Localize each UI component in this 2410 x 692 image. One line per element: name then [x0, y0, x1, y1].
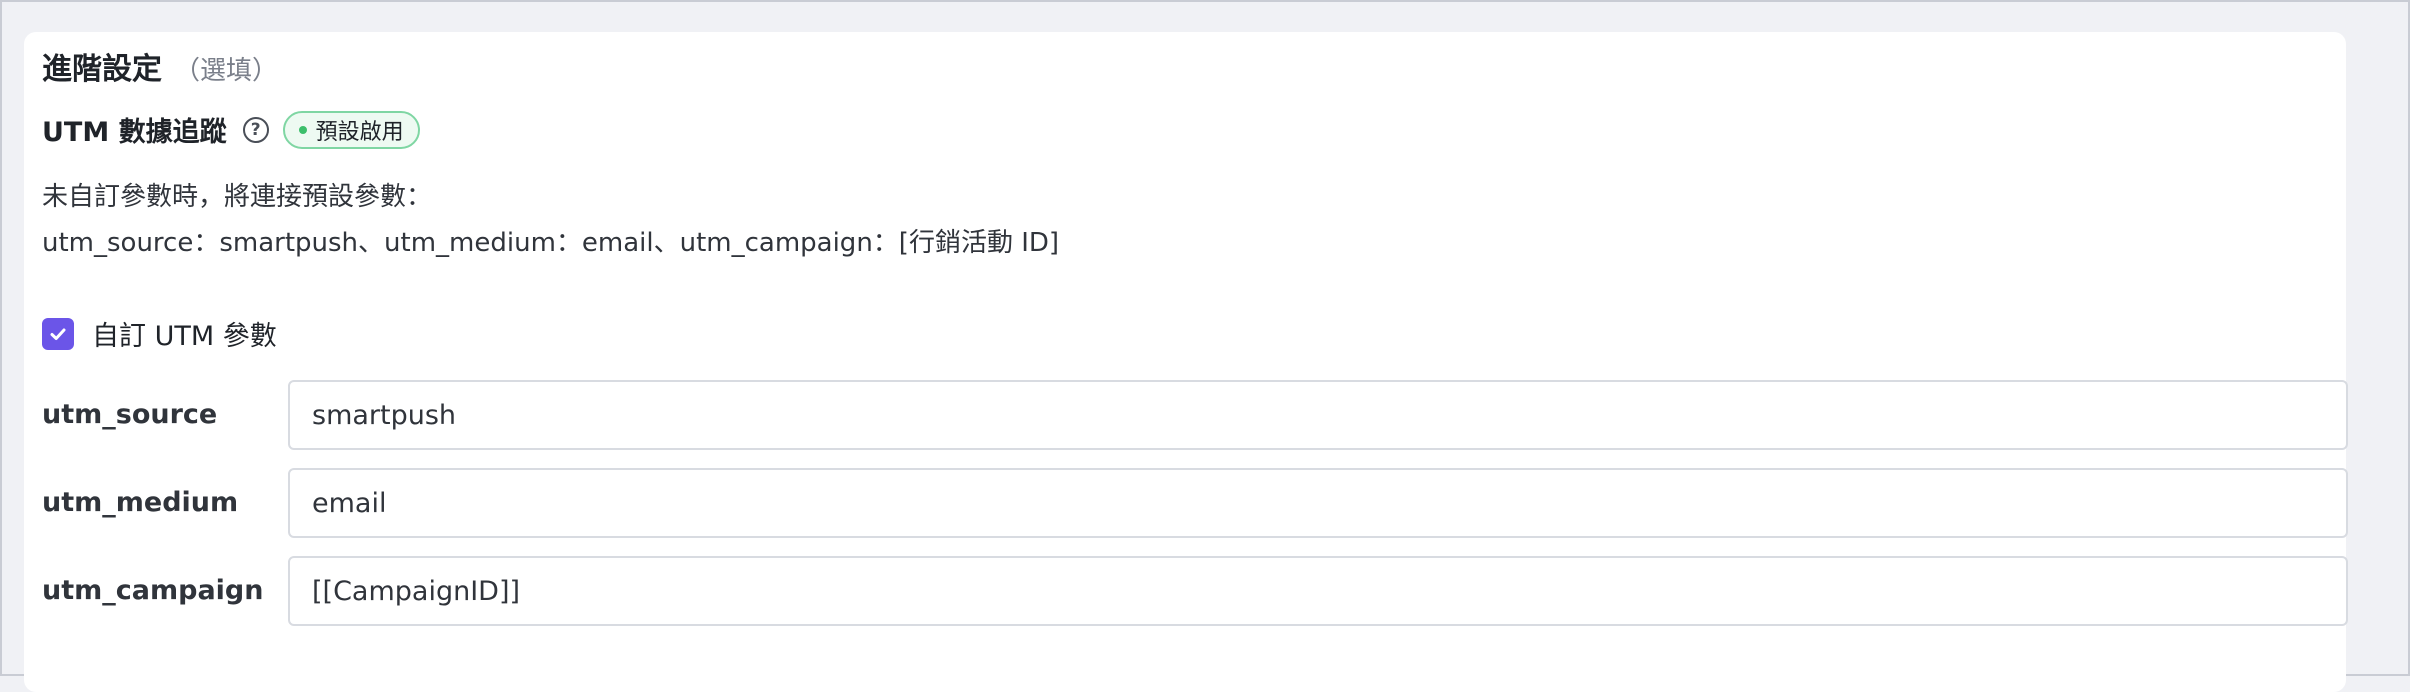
utm-source-input[interactable]: smartpush — [288, 380, 2348, 450]
utm-source-row: utm_source smartpush — [42, 380, 2348, 450]
checkmark-icon — [50, 328, 66, 340]
utm-source-value: smartpush — [312, 399, 457, 431]
utm-campaign-label: utm_campaign — [42, 575, 264, 606]
window-frame: 進階設定 （選填） UTM 數據追蹤 ? 預設啟用 未自訂參數時，將連接預設參數… — [0, 0, 2410, 692]
optional-label: （選填） — [174, 56, 279, 86]
utm-tracking-header: UTM 數據追蹤 ? 預設啟用 — [42, 110, 420, 149]
description-line-2: utm_source：smartpush、utm_medium：email、ut… — [42, 228, 1060, 258]
section-title: 進階設定 — [42, 52, 162, 87]
custom-utm-label: 自訂 UTM 參數 — [92, 321, 277, 352]
badge-label: 預設啟用 — [315, 119, 404, 145]
status-dot — [298, 125, 307, 134]
utm-campaign-value: [[CampaignID]] — [312, 575, 521, 607]
utm-medium-value: email — [312, 487, 387, 519]
utm-medium-row: utm_medium email — [42, 468, 2348, 538]
utm-campaign-input[interactable]: [[CampaignID]] — [288, 556, 2348, 626]
utm-default-description: 未自訂參數時，將連接預設參數： utm_source：smartpush、utm… — [42, 174, 1059, 266]
utm-tracking-label: UTM 數據追蹤 — [42, 117, 227, 148]
section-header: 進階設定 （選填） — [42, 44, 278, 88]
question-circle-icon[interactable]: ? — [242, 116, 269, 143]
utm-source-label: utm_source — [42, 399, 218, 430]
description-line-1: 未自訂參數時，將連接預設參數： — [42, 182, 433, 212]
custom-utm-checkbox[interactable] — [42, 317, 74, 350]
utm-medium-input[interactable]: email — [288, 468, 2348, 538]
utm-medium-label: utm_medium — [42, 487, 239, 518]
custom-utm-option[interactable]: 自訂 UTM 參數 — [42, 314, 277, 353]
utm-campaign-row: utm_campaign [[CampaignID]] — [42, 556, 2348, 626]
default-enabled-badge: 預設啟用 — [282, 110, 420, 149]
